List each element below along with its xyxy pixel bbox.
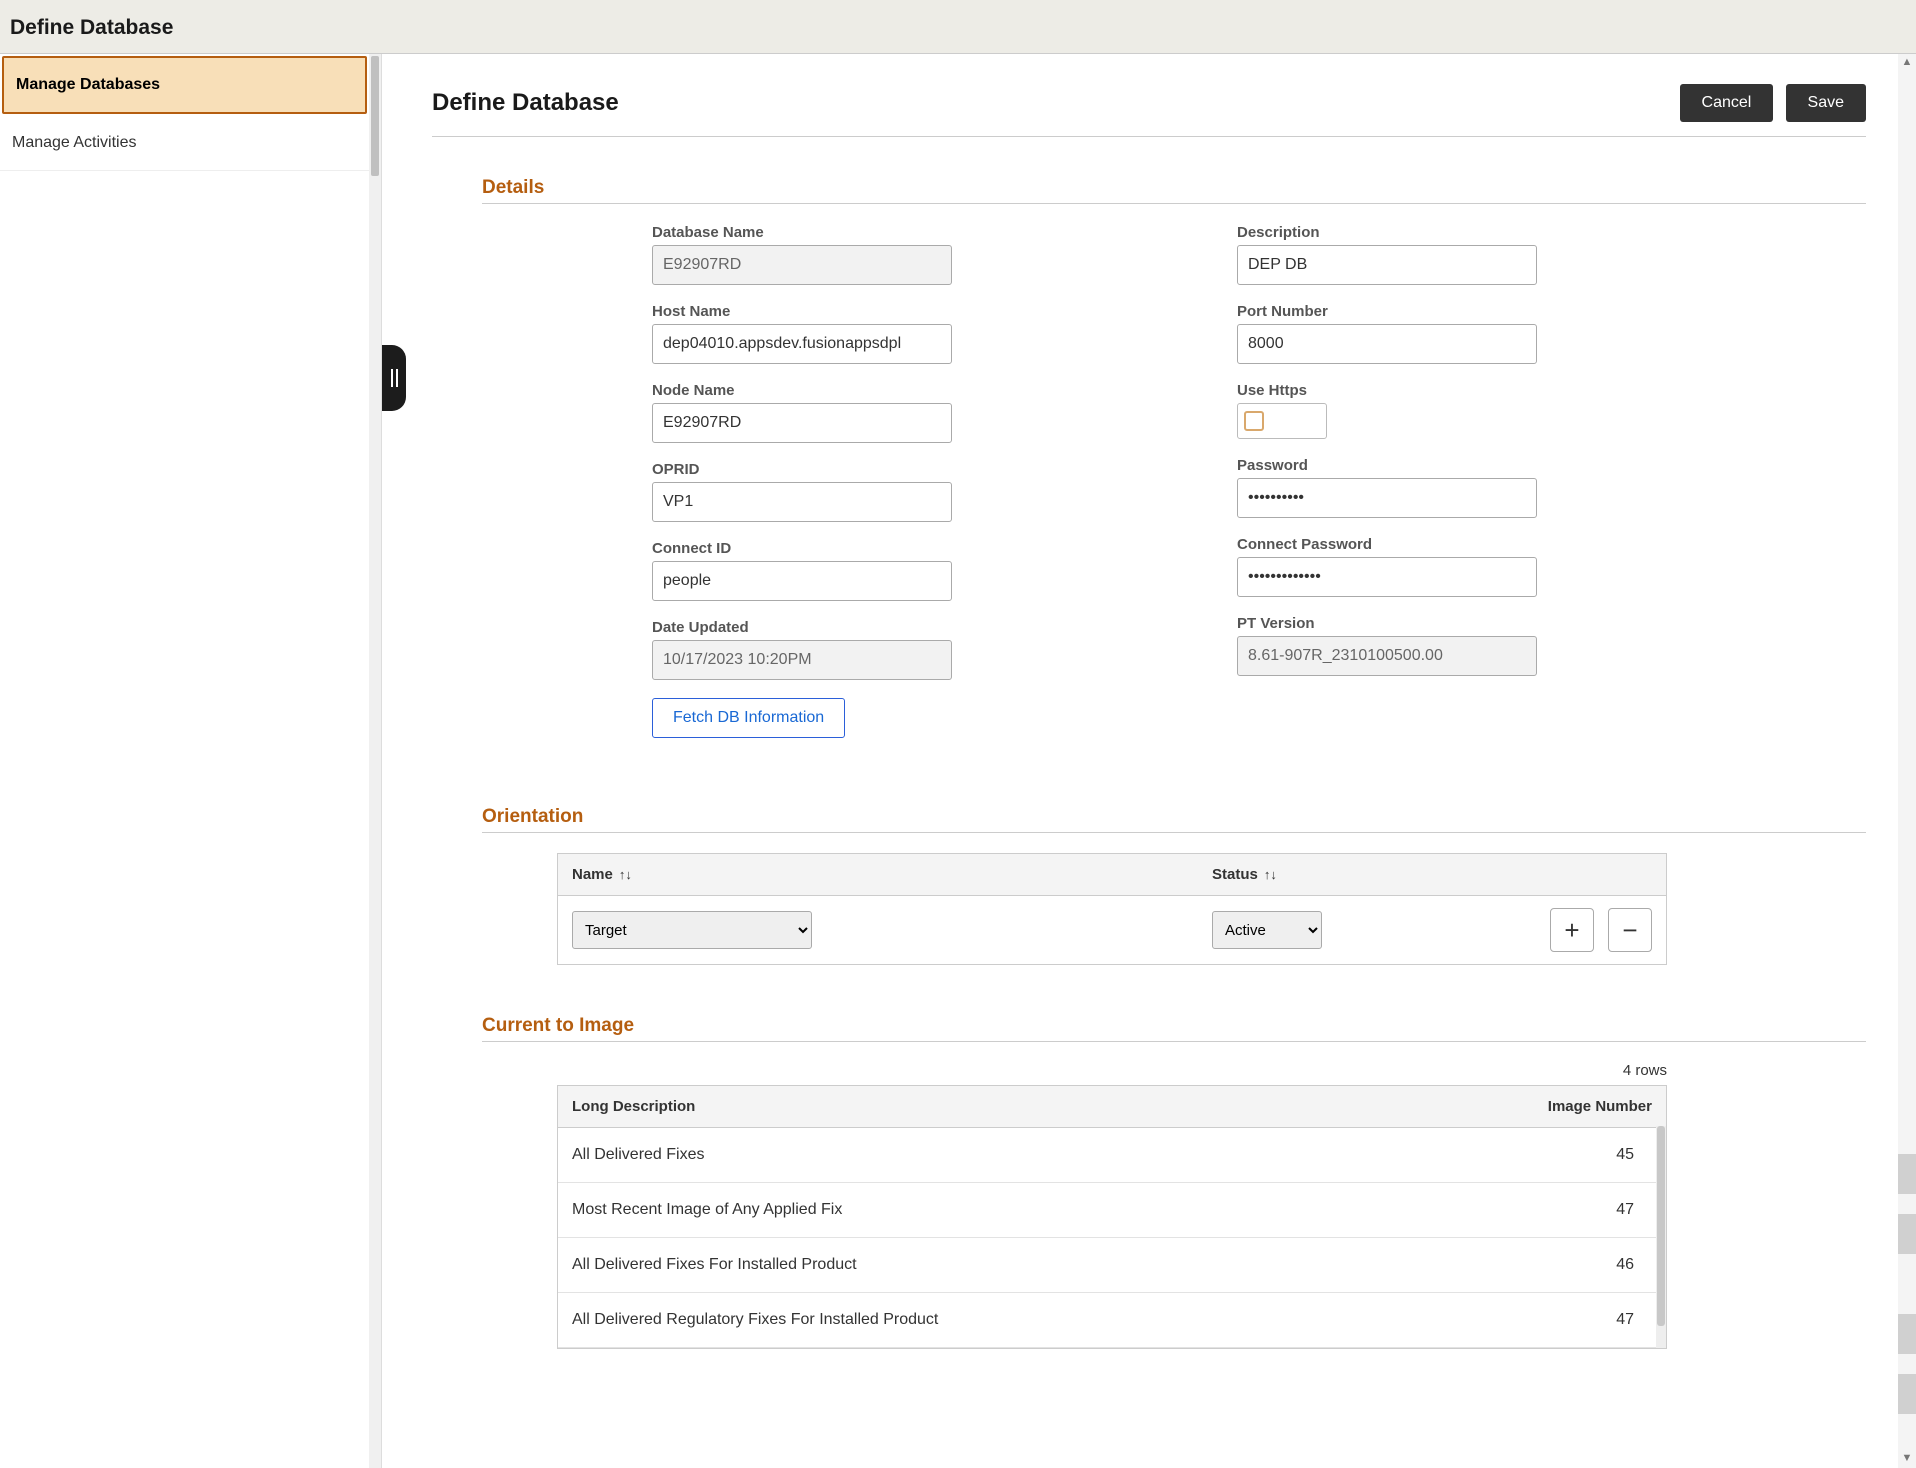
main-content: Define Database Cancel Save Details Data…: [382, 54, 1916, 1468]
sidebar-item-label: Manage Databases: [16, 76, 160, 93]
orientation-col-name[interactable]: Name ↑↓: [572, 866, 1212, 883]
connect-password-label: Connect Password: [1237, 536, 1542, 553]
fetch-db-info-button[interactable]: Fetch DB Information: [652, 698, 845, 738]
port-number-field[interactable]: [1237, 324, 1537, 364]
table-row: All Delivered Regulatory Fixes For Insta…: [558, 1293, 1666, 1348]
cell-long-description: All Delivered Fixes: [572, 1146, 1472, 1164]
host-name-field[interactable]: [652, 324, 952, 364]
host-name-label: Host Name: [652, 303, 957, 320]
sidebar-scrollbar[interactable]: [369, 54, 381, 1468]
orientation-name-select[interactable]: Target: [572, 911, 812, 949]
cell-image-number: 47: [1472, 1201, 1652, 1219]
sidebar-item-manage-databases[interactable]: Manage Databases: [2, 56, 367, 114]
scrollbar-marker: [1898, 1214, 1916, 1254]
description-field[interactable]: [1237, 245, 1537, 285]
table-scrollbar[interactable]: [1656, 1126, 1666, 1348]
sidebar-scrollbar-thumb[interactable]: [371, 56, 379, 176]
scroll-down-icon[interactable]: ▼: [1900, 1452, 1914, 1466]
sort-icon: ↑↓: [1264, 867, 1277, 882]
details-section-title: Details: [482, 177, 1866, 204]
sort-icon: ↑↓: [619, 867, 632, 882]
oprid-field[interactable]: [652, 482, 952, 522]
cell-image-number: 45: [1472, 1146, 1652, 1164]
sidebar: Manage Databases Manage Activities: [0, 54, 382, 1468]
orientation-status-select[interactable]: Active: [1212, 911, 1322, 949]
database-name-field[interactable]: [652, 245, 952, 285]
orientation-col-name-label: Name: [572, 866, 613, 883]
connect-id-label: Connect ID: [652, 540, 957, 557]
orientation-col-status-label: Status: [1212, 866, 1258, 883]
scrollbar-marker: [1898, 1374, 1916, 1414]
current-section-title: Current to Image: [482, 1015, 1866, 1042]
date-updated-field[interactable]: [652, 640, 952, 680]
node-name-label: Node Name: [652, 382, 957, 399]
scrollbar-marker: [1898, 1154, 1916, 1194]
table-row: Most Recent Image of Any Applied Fix 47: [558, 1183, 1666, 1238]
use-https-checkbox[interactable]: [1244, 411, 1264, 431]
port-number-label: Port Number: [1237, 303, 1542, 320]
top-header-title: Define Database: [0, 0, 1916, 54]
cell-image-number: 46: [1472, 1256, 1652, 1274]
pt-version-label: PT Version: [1237, 615, 1542, 632]
table-row: All Delivered Fixes 45: [558, 1128, 1666, 1183]
oprid-label: OPRID: [652, 461, 957, 478]
cancel-button[interactable]: Cancel: [1680, 84, 1774, 122]
orientation-section-title: Orientation: [482, 806, 1866, 833]
password-field[interactable]: [1237, 478, 1537, 518]
connect-password-field[interactable]: [1237, 557, 1537, 597]
scrollbar-marker: [1898, 1314, 1916, 1354]
add-row-button[interactable]: +: [1550, 908, 1594, 952]
col-long-description: Long Description: [572, 1098, 1472, 1115]
page-title: Define Database: [432, 89, 619, 117]
sidebar-collapse-handle[interactable]: [382, 345, 406, 411]
date-updated-label: Date Updated: [652, 619, 957, 636]
minus-icon: −: [1622, 915, 1637, 946]
use-https-label: Use Https: [1237, 382, 1542, 399]
main-scrollbar[interactable]: ▲ ▼: [1898, 54, 1916, 1468]
image-table: Long Description Image Number All Delive…: [557, 1085, 1667, 1349]
use-https-checkbox-wrap[interactable]: [1237, 403, 1327, 439]
table-scrollbar-thumb[interactable]: [1657, 1126, 1665, 1326]
col-image-number: Image Number: [1472, 1098, 1652, 1115]
sidebar-item-label: Manage Activities: [12, 134, 137, 151]
cell-long-description: Most Recent Image of Any Applied Fix: [572, 1201, 1472, 1219]
pt-version-field[interactable]: [1237, 636, 1537, 676]
scroll-up-icon[interactable]: ▲: [1900, 56, 1914, 70]
connect-id-field[interactable]: [652, 561, 952, 601]
database-name-label: Database Name: [652, 224, 957, 241]
cell-image-number: 47: [1472, 1311, 1652, 1329]
table-row: All Delivered Fixes For Installed Produc…: [558, 1238, 1666, 1293]
plus-icon: +: [1564, 915, 1579, 946]
save-button[interactable]: Save: [1786, 84, 1866, 122]
cell-long-description: All Delivered Fixes For Installed Produc…: [572, 1256, 1472, 1274]
rows-count: 4 rows: [557, 1062, 1667, 1085]
orientation-col-status[interactable]: Status ↑↓: [1212, 866, 1532, 883]
node-name-field[interactable]: [652, 403, 952, 443]
remove-row-button[interactable]: −: [1608, 908, 1652, 952]
cell-long-description: All Delivered Regulatory Fixes For Insta…: [572, 1311, 1472, 1329]
password-label: Password: [1237, 457, 1542, 474]
description-label: Description: [1237, 224, 1542, 241]
sidebar-item-manage-activities[interactable]: Manage Activities: [0, 116, 369, 171]
orientation-table: Name ↑↓ Status ↑↓ Target: [557, 853, 1667, 965]
